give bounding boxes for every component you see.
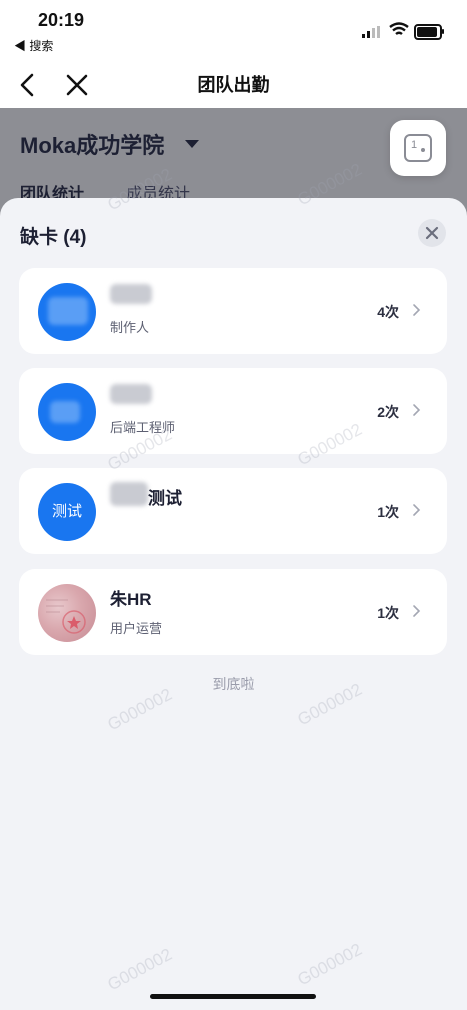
status-time: 20:19 [38, 10, 85, 30]
miss-count: 1次 [377, 605, 399, 621]
caret-down-icon[interactable] [185, 140, 199, 148]
list-item[interactable]: 朱HR 用户运营 1次 [19, 569, 447, 655]
name-blur [110, 482, 148, 506]
close-icon [425, 226, 439, 240]
miss-count: 4次 [377, 304, 399, 320]
miss-count: 1次 [377, 504, 399, 520]
sheet-close-button[interactable] [418, 219, 446, 247]
nav-bar: 团队出勤 [0, 60, 467, 108]
cellular-signal-icon [362, 26, 380, 38]
float-inner-icon: 1 [404, 134, 432, 162]
name-blur [110, 384, 152, 404]
page-title: 团队出勤 [197, 75, 270, 95]
wifi-icon [389, 22, 409, 35]
member-role: 制作人 [110, 320, 150, 335]
float-dot [421, 148, 425, 152]
chevron-right-icon [413, 504, 421, 516]
avatar [38, 283, 96, 341]
chevron-right-icon [413, 605, 421, 617]
sheet-title: 缺卡 (4) [20, 227, 87, 248]
end-of-list-text: 到底啦 [212, 676, 255, 692]
back-to-app-link[interactable]: ◀ 搜索 [14, 37, 53, 54]
avatar: 测试 [38, 483, 96, 541]
float-action-button[interactable]: 1 [390, 120, 446, 176]
chevron-right-icon [413, 304, 421, 316]
home-indicator[interactable] [150, 994, 316, 999]
stamp-photo-icon [46, 599, 86, 634]
org-name[interactable]: Moka成功学院 [20, 128, 164, 160]
float-number: 1 [411, 139, 418, 151]
member-name: 测试 [148, 489, 182, 508]
miss-count: 2次 [377, 404, 399, 420]
member-role: 后端工程师 [110, 420, 176, 435]
avatar [38, 584, 96, 642]
avatar [38, 383, 96, 441]
status-bar: 20:19 ◀ 搜索 [0, 0, 467, 60]
list-item[interactable]: 后端工程师 2次 [19, 368, 447, 454]
member-name: 朱HR [110, 590, 152, 609]
member-role: 用户运营 [110, 621, 163, 636]
avatar-blur [48, 297, 88, 325]
avatar-text: 测试 [51, 503, 82, 520]
battery-icon [414, 24, 442, 40]
list-item[interactable]: 制作人 4次 [19, 268, 447, 354]
battery-tip [442, 29, 444, 34]
missing-punch-sheet: 缺卡 (4) 制作人 4次 后端工程师 2次 测试 测试 1次 朱HR 用户运营… [0, 198, 467, 1010]
chevron-right-icon [413, 404, 421, 416]
avatar-blur [50, 401, 80, 423]
name-blur [110, 284, 152, 304]
list-item[interactable]: 测试 测试 1次 [19, 468, 447, 554]
